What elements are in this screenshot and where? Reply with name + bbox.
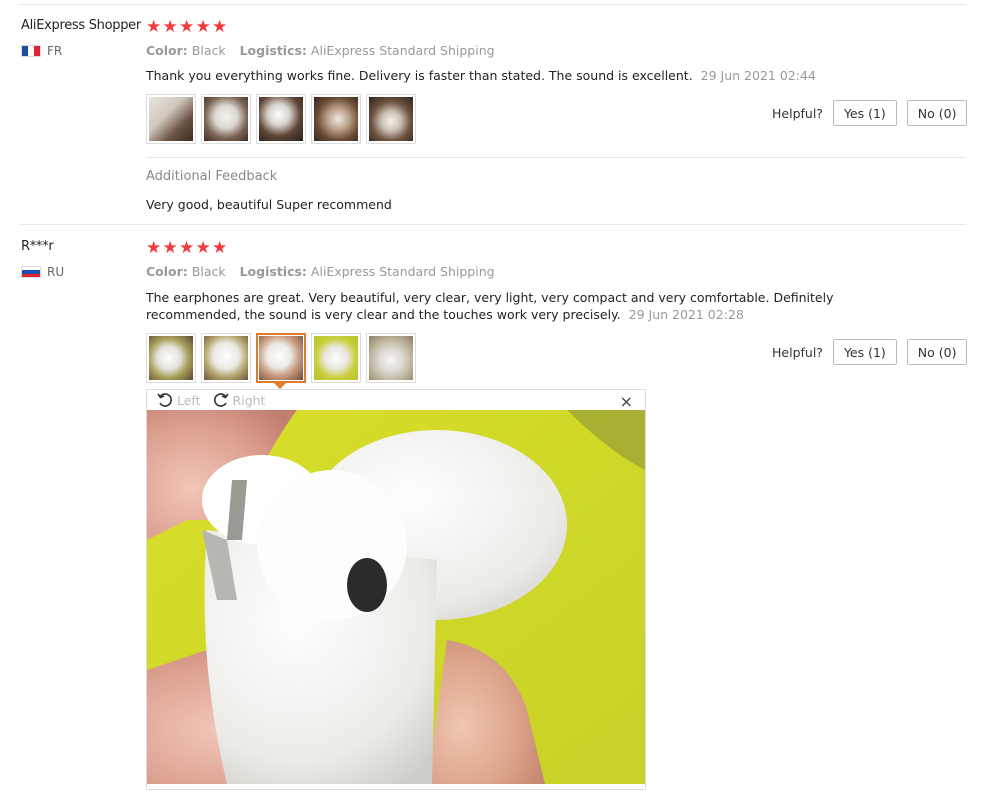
- color-label: Color:: [146, 43, 188, 58]
- review-photo-thumbnail[interactable]: [146, 94, 196, 144]
- review-body-line: The earphones are great. Very beautiful,…: [146, 290, 834, 305]
- review-photo-thumbnail[interactable]: [201, 94, 251, 144]
- logistics-value: AliExpress Standard Shipping: [310, 264, 495, 279]
- divider: [20, 4, 966, 5]
- logistics-label: Logistics:: [239, 43, 307, 58]
- review-photo-thumbnail[interactable]: [311, 333, 361, 383]
- reviewer-name: R***r: [21, 239, 54, 254]
- color-label: Color:: [146, 264, 188, 279]
- photo-viewer: Left Right ×: [146, 389, 646, 790]
- star-icon: ★: [162, 238, 178, 258]
- divider: [20, 224, 966, 225]
- review-date: 29 Jun 2021 02:44: [700, 68, 816, 83]
- review-body-line: recommended, the sound is very clear and…: [146, 307, 621, 322]
- star-icon: ★: [179, 17, 195, 37]
- country-code: FR: [47, 44, 63, 58]
- rotate-left-icon: [157, 393, 172, 407]
- photo-viewer-toolbar: Left Right ×: [147, 390, 645, 411]
- rotate-right-button[interactable]: Right: [213, 392, 266, 408]
- close-icon[interactable]: ×: [620, 392, 633, 411]
- star-icon: ★: [212, 238, 228, 258]
- review-photo-thumbnail[interactable]: [366, 333, 416, 383]
- review-date: 29 Jun 2021 02:28: [628, 307, 744, 322]
- review-photos: [146, 333, 416, 389]
- reviewer-name: AliExpress Shopper: [21, 18, 141, 33]
- star-icon: ★: [179, 238, 195, 258]
- review-body: Thank you everything works fine. Deliver…: [146, 68, 693, 83]
- review-text: Thank you everything works fine. Deliver…: [146, 67, 816, 84]
- star-icon: ★: [195, 238, 211, 258]
- star-icon: ★: [146, 238, 162, 258]
- order-info: Color: Black Logistics: AliExpress Stand…: [146, 264, 505, 279]
- color-value: Black: [191, 43, 226, 58]
- rotate-right-label: Right: [232, 392, 266, 408]
- helpful-vote: Helpful? Yes (1) No (0): [772, 100, 968, 126]
- star-rating: ★ ★ ★ ★ ★: [146, 240, 227, 257]
- review-photo-thumbnail-selected[interactable]: [256, 333, 306, 389]
- helpful-yes-button[interactable]: Yes (1): [832, 100, 897, 126]
- helpful-label: Helpful?: [772, 344, 823, 360]
- helpful-no-button[interactable]: No (0): [906, 339, 968, 365]
- additional-feedback-text: Very good, beautiful Super recommend: [146, 197, 392, 212]
- reviewer-country: FR: [21, 44, 62, 58]
- star-icon: ★: [195, 17, 211, 37]
- review-photos: [146, 94, 416, 144]
- order-info: Color: Black Logistics: AliExpress Stand…: [146, 43, 505, 58]
- divider: [146, 157, 966, 158]
- logistics-label: Logistics:: [239, 264, 307, 279]
- helpful-vote: Helpful? Yes (1) No (0): [772, 339, 968, 365]
- enlarged-review-photo: [147, 410, 645, 784]
- star-rating: ★ ★ ★ ★ ★: [146, 19, 227, 36]
- review-photo-thumbnail[interactable]: [146, 333, 196, 383]
- additional-feedback-title: Additional Feedback: [146, 169, 278, 184]
- helpful-yes-button[interactable]: Yes (1): [832, 339, 897, 365]
- star-icon: ★: [212, 17, 228, 37]
- country-code: RU: [47, 265, 65, 279]
- review-text: The earphones are great. Very beautiful,…: [146, 289, 834, 323]
- helpful-label: Helpful?: [772, 105, 823, 121]
- france-flag-icon: [21, 45, 41, 57]
- reviewer-country: RU: [21, 265, 64, 279]
- star-icon: ★: [162, 17, 178, 37]
- review-photo-thumbnail[interactable]: [201, 333, 251, 383]
- color-value: Black: [191, 264, 226, 279]
- review-photo-thumbnail[interactable]: [256, 94, 306, 144]
- helpful-no-button[interactable]: No (0): [906, 100, 968, 126]
- rotate-right-icon: [213, 393, 229, 407]
- rotate-left-button[interactable]: Left: [157, 392, 201, 408]
- russia-flag-icon: [21, 266, 41, 278]
- star-icon: ★: [146, 17, 162, 37]
- review-photo-thumbnail[interactable]: [366, 94, 416, 144]
- rotate-left-label: Left: [177, 392, 201, 408]
- review-photo-thumbnail[interactable]: [311, 94, 361, 144]
- logistics-value: AliExpress Standard Shipping: [310, 43, 495, 58]
